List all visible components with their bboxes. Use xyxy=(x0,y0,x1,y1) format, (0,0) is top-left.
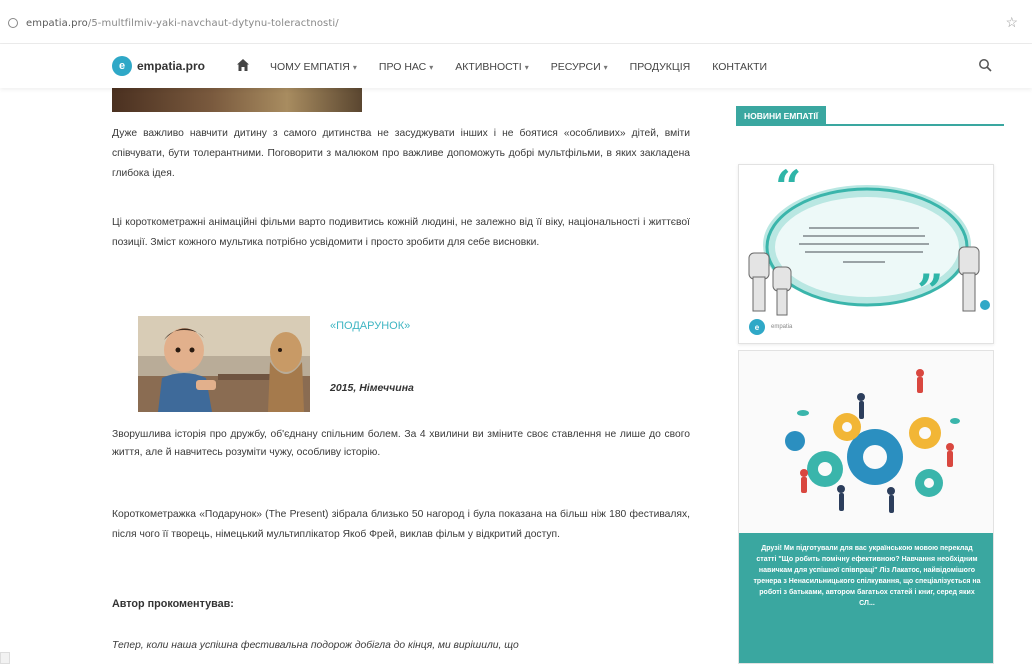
nav-item-label: АКТИВНОСТІ xyxy=(455,61,522,73)
nav-menu: ЧОМУ ЕМПАТІЯ ▾ ПРО НАС ▾ АКТИВНОСТІ ▾ РЕСУР… xyxy=(270,61,789,73)
url-path: /5-multfilmiv-yaki-navchaut-dytynu-toler… xyxy=(87,17,339,29)
search-icon[interactable] xyxy=(978,58,992,72)
article-paragraph: Тепер, коли наша успішна фестивальна под… xyxy=(112,640,519,651)
news-card-label: empatia xyxy=(771,324,793,330)
film-thumbnail[interactable] xyxy=(138,316,310,412)
nav-item-resources[interactable]: РЕСУРСИ ▾ xyxy=(551,61,608,73)
news-card-article[interactable]: Друзі! Ми підготували для вас українсько… xyxy=(738,350,994,664)
nav-item-label: ЧОМУ ЕМПАТІЯ xyxy=(270,61,350,73)
sidebar-header-label: НОВИНИ ЕМПАТІЇ xyxy=(736,106,827,126)
svg-text:”: ” xyxy=(917,264,943,318)
film-title-link[interactable]: «ПОДАРУНОК» xyxy=(330,320,410,332)
news-card-quote[interactable]: “ ” e empatia xyxy=(738,164,994,344)
nav-item-products[interactable]: ПРОДУКЦІЯ xyxy=(630,61,691,73)
url-host: empatia.pro xyxy=(26,17,88,29)
quote-giraffes-illustration: “ ” xyxy=(748,165,990,318)
article-paragraph: Зворушлива історія про дружбу, об'єднану… xyxy=(112,429,690,458)
nav-item-contacts[interactable]: КОНТАКТИ xyxy=(712,61,767,73)
browser-address-bar: empatia.pro/5-multfilmiv-yaki-navchaut-d… xyxy=(0,0,1032,44)
nav-item-why-empathy[interactable]: ЧОМУ ЕМПАТІЯ ▾ xyxy=(270,61,357,73)
news-card-footer: e empatia xyxy=(749,319,792,335)
url-field[interactable]: empatia.pro/5-multfilmiv-yaki-navchaut-d… xyxy=(8,10,1024,36)
nav-item-label: ПРО НАС xyxy=(378,61,427,73)
article-paragraph: Дуже важливо навчити дитину з самого дит… xyxy=(112,128,690,179)
home-icon[interactable] xyxy=(236,58,250,72)
author-heading: Автор прокоментував: xyxy=(112,598,234,610)
site-navigation: e empatia.pro ЧОМУ ЕМПАТІЯ ▾ ПРО НАС ▾ АКТ… xyxy=(0,44,1032,88)
article-image-cropped xyxy=(112,88,362,112)
news-card-text: Друзі! Ми підготували для вас українсько… xyxy=(739,533,993,663)
article-paragraph: Ці короткометражні анімаційні фільми вар… xyxy=(112,217,690,248)
browser-status-bar xyxy=(0,652,10,664)
sidebar-news-header: НОВИНИ ЕМПАТІЇ xyxy=(736,106,1004,126)
film-still-illustration xyxy=(138,316,310,412)
film-year-country: 2015, Німеччина xyxy=(330,382,414,394)
globe-icon xyxy=(8,18,18,28)
nav-item-label: РЕСУРСИ xyxy=(550,61,601,73)
svg-text:“: “ xyxy=(775,165,801,214)
nav-item-label: КОНТАКТИ xyxy=(712,61,768,73)
nav-item-about[interactable]: ПРО НАС ▾ xyxy=(379,61,433,73)
url-text: empatia.pro/5-multfilmiv-yaki-navchaut-d… xyxy=(26,18,339,29)
logo-mark-icon: e xyxy=(749,319,765,335)
logo-text: empatia.pro xyxy=(137,59,206,73)
logo-mark-icon: e xyxy=(112,56,132,76)
chevron-down-icon: ▾ xyxy=(603,63,608,72)
nav-item-label: ПРОДУКЦІЯ xyxy=(629,61,691,73)
bookmark-star-icon[interactable]: ☆ xyxy=(1005,14,1018,31)
chevron-down-icon: ▾ xyxy=(352,63,357,72)
nav-item-activities[interactable]: АКТИВНОСТІ ▾ xyxy=(455,61,528,73)
article-paragraph: Короткометражка «Подарунок» (The Present… xyxy=(112,509,690,540)
chevron-down-icon: ▾ xyxy=(524,63,529,72)
gears-teamwork-illustration xyxy=(739,351,993,533)
chevron-down-icon: ▾ xyxy=(429,63,434,72)
site-logo[interactable]: e empatia.pro xyxy=(112,56,205,76)
